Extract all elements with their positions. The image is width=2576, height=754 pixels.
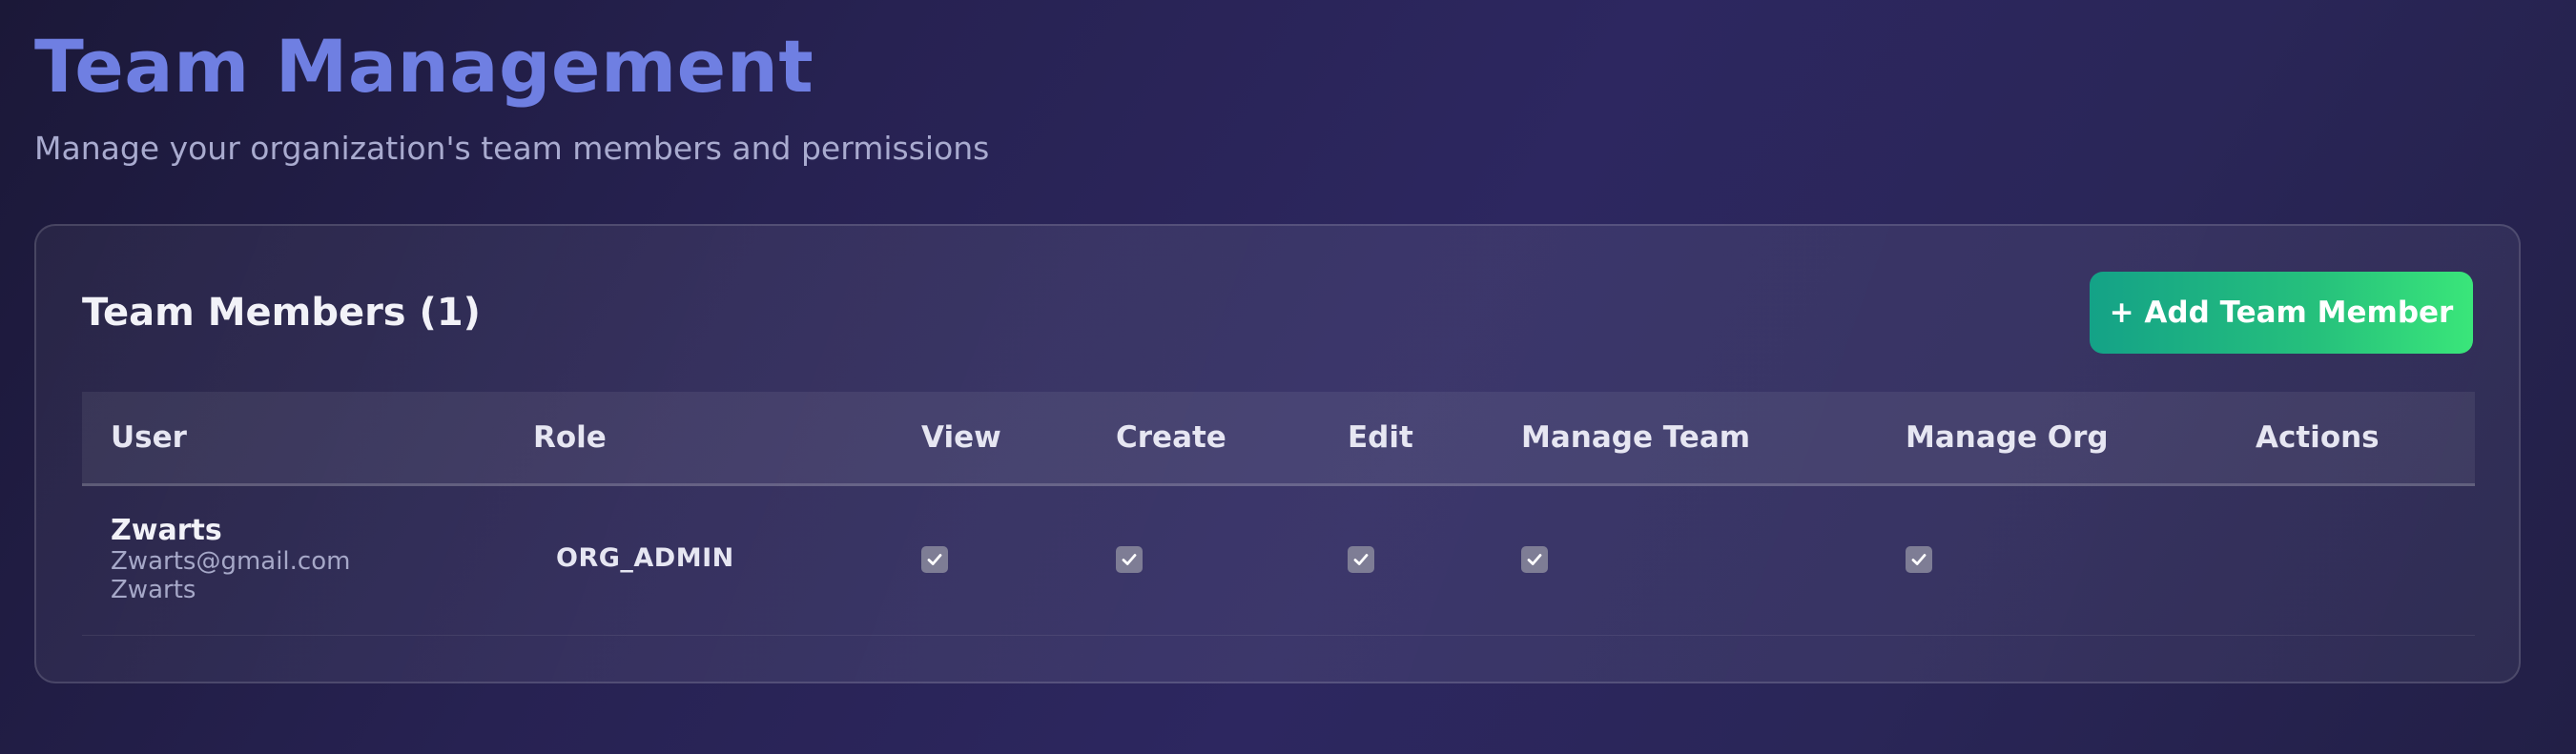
header-edit: Edit [1348, 420, 1413, 455]
header-user: User [111, 420, 187, 455]
check-icon [1353, 554, 1369, 565]
page-subtitle: Manage your organization's team members … [34, 130, 990, 167]
header-manage-team: Manage Team [1521, 420, 1751, 455]
header-role: Role [533, 420, 607, 455]
view-permission-checkbox[interactable] [921, 546, 948, 573]
check-icon [1911, 554, 1927, 565]
manage-org-permission-checkbox[interactable] [1906, 546, 1932, 573]
table-row: Zwarts Zwarts@gmail.com Zwarts ORG_ADMIN [82, 486, 2475, 636]
check-icon [927, 554, 942, 565]
role-cell: ORG_ADMIN [556, 543, 734, 573]
user-email: Zwarts@gmail.com [111, 547, 351, 576]
header-manage-org: Manage Org [1906, 420, 2109, 455]
create-permission-checkbox[interactable] [1116, 546, 1143, 573]
user-name: Zwarts [111, 514, 222, 547]
user-cell: Zwarts Zwarts@gmail.com Zwarts [111, 514, 351, 605]
page-title: Team Management [34, 24, 814, 109]
team-members-card: Team Members (1) + Add Team Member User … [34, 224, 2521, 683]
check-icon [1527, 554, 1542, 565]
role-badge: ORG_ADMIN [556, 543, 734, 573]
user-subtitle: Zwarts [111, 576, 196, 604]
card-title: Team Members (1) [82, 291, 481, 335]
header-actions: Actions [2256, 420, 2380, 455]
table-header: User Role View Create Edit Manage Team M… [82, 392, 2475, 486]
team-members-table: User Role View Create Edit Manage Team M… [82, 392, 2475, 636]
edit-permission-checkbox[interactable] [1348, 546, 1374, 573]
header-view: View [921, 420, 1001, 455]
manage-team-permission-checkbox[interactable] [1521, 546, 1548, 573]
header-create: Create [1116, 420, 1226, 455]
add-team-member-button[interactable]: + Add Team Member [2090, 272, 2473, 354]
check-icon [1122, 554, 1137, 565]
